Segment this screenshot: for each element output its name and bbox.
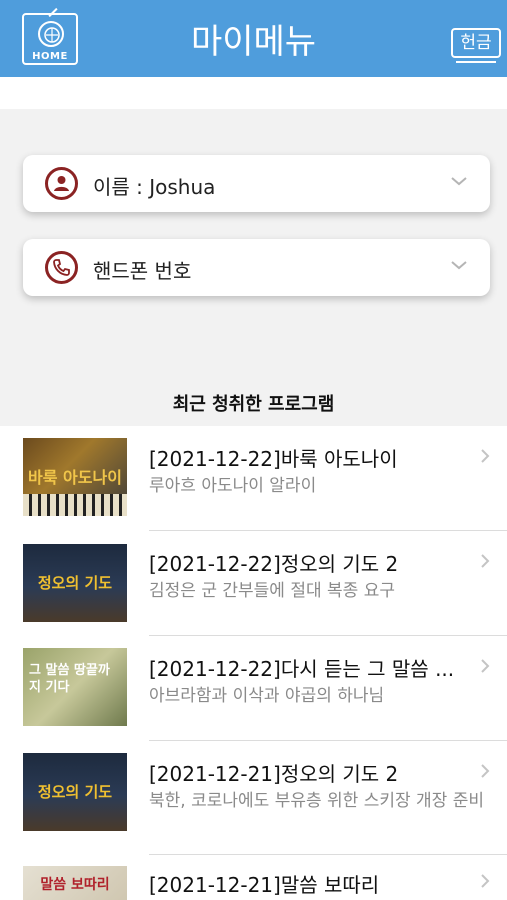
- user-icon: [45, 167, 78, 200]
- donate-button[interactable]: 헌금: [451, 28, 501, 63]
- list-item[interactable]: 정오의 기도 [2021-12-21]정오의 기도 2 북한, 코로나에도 부유…: [0, 741, 507, 855]
- list-item[interactable]: 바룩 아도나이 [2021-12-22]바룩 아도나이 루아흐 아도나이 알라이: [0, 426, 507, 531]
- program-thumbnail: 정오의 기도: [23, 753, 127, 831]
- program-title: [2021-12-22]다시 듣는 그 말씀 ...: [149, 657, 455, 681]
- app-header: HOME 마이메뉴 헌금: [0, 0, 507, 77]
- thumbnail-text: 말씀 보따리: [40, 877, 110, 893]
- phone-icon: [45, 251, 78, 284]
- program-title: [2021-12-22]정오의 기도 2: [149, 552, 399, 576]
- chevron-down-icon[interactable]: [450, 175, 468, 187]
- recent-programs-title: 최근 청취한 프로그램: [172, 394, 335, 415]
- header-spacer: [0, 77, 507, 109]
- program-subtitle: 김정은 군 간부들에 절대 복종 요구: [149, 581, 395, 601]
- program-title: [2021-12-22]바룩 아도나이: [149, 447, 398, 471]
- thumbnail-text: 바룩 아도나이: [28, 468, 122, 487]
- program-thumbnail: 말씀 보따리: [23, 866, 127, 900]
- phone-card[interactable]: 핸드폰 번호: [23, 239, 490, 296]
- program-thumbnail: 정오의 기도: [23, 544, 127, 622]
- recent-program-list: 바룩 아도나이 [2021-12-22]바룩 아도나이 루아흐 아도나이 알라이…: [0, 426, 507, 900]
- chevron-right-icon: [481, 659, 490, 673]
- chevron-right-icon: [481, 449, 490, 463]
- page-title: 마이메뉴: [190, 22, 317, 62]
- name-card[interactable]: 이름 : Joshua: [23, 155, 490, 212]
- program-title: [2021-12-21]정오의 기도 2: [149, 762, 399, 786]
- list-item[interactable]: 말씀 보따리 [2021-12-21]말씀 보따리: [0, 855, 507, 900]
- program-subtitle: 북한, 코로나에도 부유층 위한 스키장 개장 준비: [149, 791, 484, 811]
- name-label: 이름 : Joshua: [93, 175, 216, 199]
- thumbnail-text: 그 말씀 땅끝까지 기다: [29, 663, 110, 695]
- chevron-right-icon: [481, 554, 490, 568]
- piano-keys-graphic: [23, 494, 127, 516]
- list-item[interactable]: 그 말씀 땅끝까지 기다 [2021-12-22]다시 듣는 그 말씀 ... …: [0, 636, 507, 741]
- thumbnail-text: 정오의 기도: [37, 574, 113, 592]
- phone-label: 핸드폰 번호: [93, 259, 192, 283]
- program-thumbnail: 바룩 아도나이: [23, 438, 127, 516]
- list-item[interactable]: 정오의 기도 [2021-12-22]정오의 기도 2 김정은 군 간부들에 절…: [0, 531, 507, 636]
- program-subtitle: 루아흐 아도나이 알라이: [149, 476, 317, 496]
- thumbnail-text: 정오의 기도: [37, 783, 113, 801]
- program-thumbnail: 그 말씀 땅끝까지 기다: [23, 648, 127, 726]
- chevron-right-icon: [481, 874, 490, 888]
- program-subtitle: 아브라함과 이삭과 야곱의 하나님: [149, 686, 385, 706]
- program-title: [2021-12-21]말씀 보따리: [149, 873, 380, 897]
- chevron-down-icon[interactable]: [450, 259, 468, 271]
- chevron-right-icon: [481, 764, 490, 778]
